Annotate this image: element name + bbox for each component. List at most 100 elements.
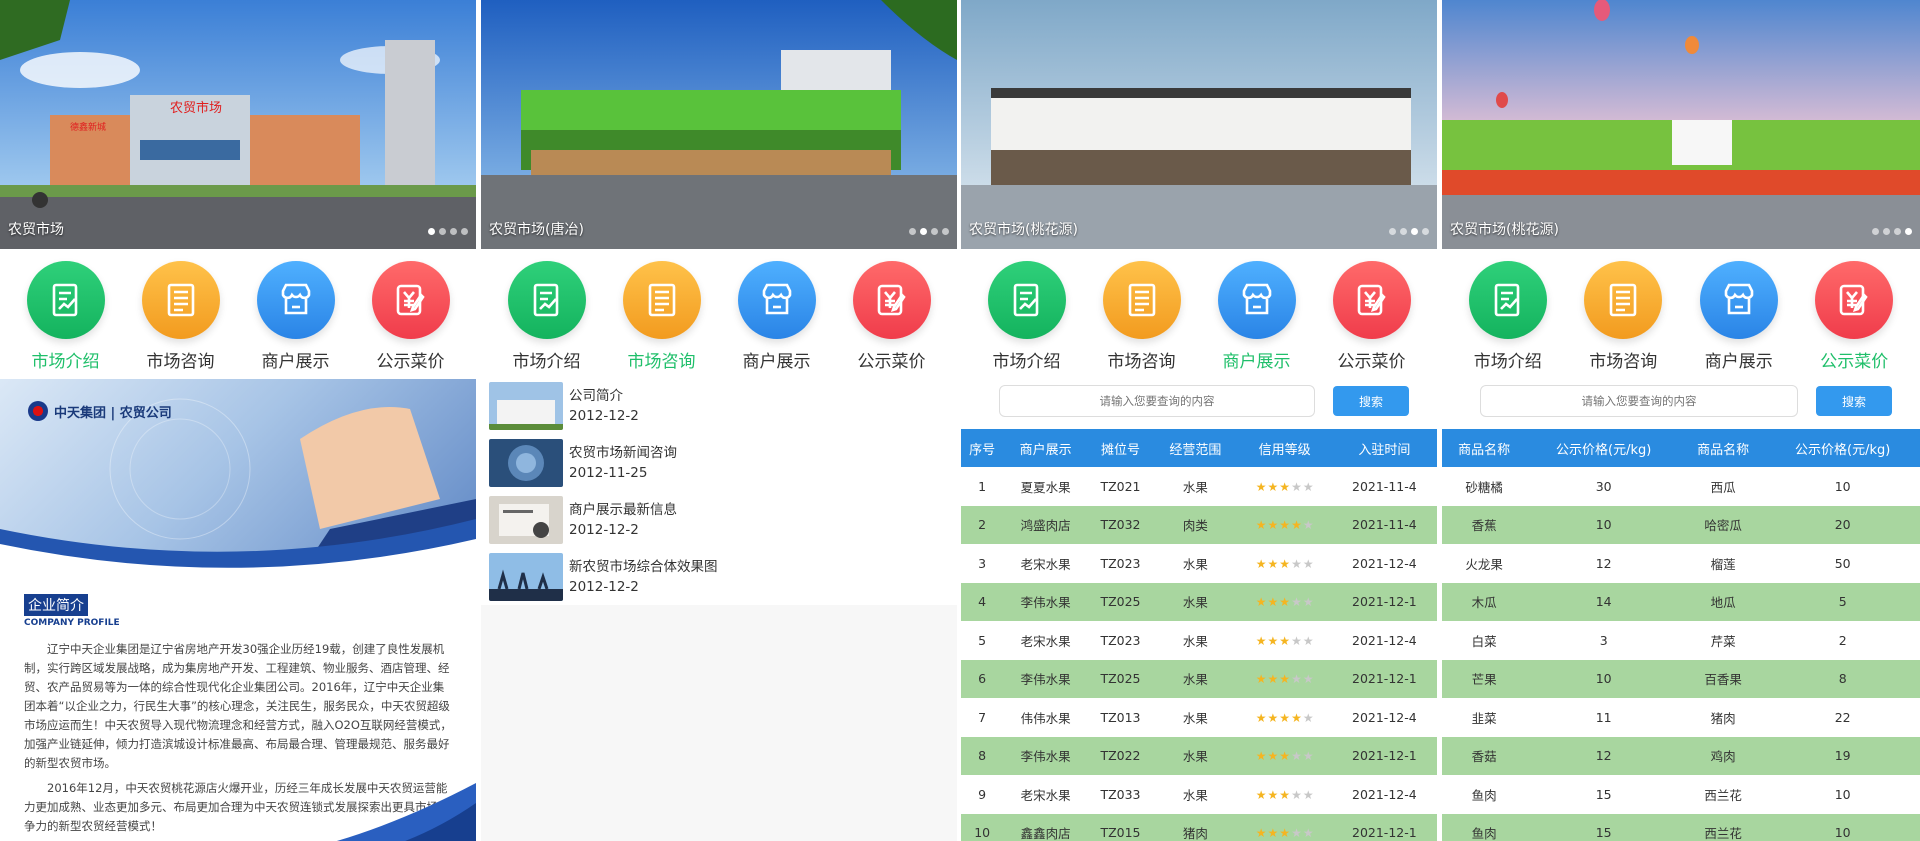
carousel-dot[interactable] <box>1905 228 1912 235</box>
cell-stall: TZ023 <box>1100 632 1141 648</box>
table-row[interactable]: 5 老宋水果 TZ023 水果 ★ ★ ★ ★ ★ 2021-12-4 <box>961 621 1437 660</box>
table-row[interactable]: 砂糖橘 30 西瓜 10 <box>1442 467 1920 506</box>
nav-market-news[interactable]: 市场咨询 <box>1087 261 1197 377</box>
news-item[interactable]: 商户展示最新信息 2012-12-2 <box>481 491 957 548</box>
carousel-dot[interactable] <box>1389 228 1396 235</box>
cell-price: 50 <box>1834 555 1851 571</box>
nav-label: 公示菜价 <box>376 352 445 372</box>
nav-merchant-display[interactable]: 商户展示 <box>241 261 351 377</box>
table-row[interactable]: 香蕉 10 哈密瓜 20 <box>1442 505 1920 544</box>
star-icon: ★ <box>1267 749 1279 764</box>
table-row[interactable]: 木瓜 14 地瓜 5 <box>1442 582 1920 621</box>
carousel-dot[interactable] <box>1883 228 1890 235</box>
carousel-dot[interactable] <box>1400 228 1407 235</box>
table-row[interactable]: 7 伟伟水果 TZ013 水果 ★ ★ ★ ★ ★ 2021-12-4 <box>961 698 1437 737</box>
table-row[interactable]: 1 夏夏水果 TZ021 水果 ★ ★ ★ ★ ★ 2021-11-4 <box>961 467 1437 506</box>
table-row[interactable]: 4 李伟水果 TZ025 水果 ★ ★ ★ ★ ★ 2021-12-1 <box>961 582 1437 621</box>
carousel-dots[interactable] <box>1389 228 1429 235</box>
nav-price-list[interactable]: 公示菜价 <box>1317 261 1427 377</box>
table-row[interactable]: 8 李伟水果 TZ022 水果 ★ ★ ★ ★ ★ 2021-12-1 <box>961 736 1437 775</box>
banner-carousel[interactable]: 农贸市场(唐冶) <box>481 0 957 249</box>
cell-rating: ★ ★ ★ ★ ★ <box>1237 659 1332 698</box>
news-thumbnail <box>489 381 563 430</box>
table-row[interactable]: 鱼肉 15 西兰花 10 <box>1442 813 1920 841</box>
carousel-dot[interactable] <box>1872 228 1879 235</box>
nav-market-news[interactable]: 市场咨询 <box>1568 261 1678 377</box>
merchant-store-icon <box>737 261 816 339</box>
banner-carousel[interactable]: 农贸市场(桃花源) <box>1442 0 1920 249</box>
table-row[interactable]: 芒果 10 百香果 8 <box>1442 659 1920 698</box>
table-row[interactable]: 9 老宋水果 TZ033 水果 ★ ★ ★ ★ ★ 2021-12-4 <box>961 775 1437 814</box>
table-row[interactable]: 鱼肉 15 西兰花 10 <box>1442 775 1920 814</box>
cell-product: 芹菜 <box>1710 633 1736 649</box>
nav-merchant-display[interactable]: 商户展示 <box>722 261 832 377</box>
table-row[interactable]: 白菜 3 芹菜 2 <box>1442 621 1920 660</box>
carousel-dot[interactable] <box>942 228 949 235</box>
nav-market-intro[interactable]: 市场介绍 <box>11 261 121 377</box>
table-row[interactable]: 3 老宋水果 TZ023 水果 ★ ★ ★ ★ ★ 2021-12-4 <box>961 544 1437 583</box>
banner-carousel[interactable]: 农贸市场(桃花源) <box>961 0 1437 249</box>
nav-merchant-display[interactable]: 商户展示 <box>1684 261 1794 377</box>
carousel-dot[interactable] <box>1411 228 1418 235</box>
news-thumbnail <box>489 552 563 601</box>
nav-market-intro[interactable]: 市场介绍 <box>492 261 602 377</box>
nav-market-intro[interactable]: 市场介绍 <box>1453 261 1563 377</box>
nav-price-list[interactable]: 公示菜价 <box>356 261 466 377</box>
news-item[interactable]: 农贸市场新闻咨询 2012-11-25 <box>481 434 957 491</box>
cell-stall: TZ025 <box>1087 659 1154 698</box>
carousel-dot[interactable] <box>1894 228 1901 235</box>
carousel-dot[interactable] <box>428 228 435 235</box>
star-icon: ★ <box>1302 826 1314 841</box>
star-icon: ★ <box>1267 479 1279 494</box>
cell-price: 3 <box>1599 632 1608 648</box>
cell-product: 地瓜 <box>1680 582 1766 621</box>
column-header: 商品名称 <box>1442 429 1527 467</box>
cell-price: 12 <box>1595 555 1612 571</box>
cell-stall: TZ033 <box>1100 786 1141 802</box>
table-row[interactable]: 韭菜 11 猪肉 22 <box>1442 698 1920 737</box>
banner-carousel[interactable]: 农贸市场 德鑫新城 农贸市场 <box>0 0 476 249</box>
cell-scope: 水果 <box>1182 710 1208 726</box>
nav-merchant-display[interactable]: 商户展示 <box>1202 261 1312 377</box>
cell-price: 20 <box>1765 505 1920 544</box>
carousel-dots[interactable] <box>909 228 949 235</box>
table-row[interactable]: 火龙果 12 榴莲 50 <box>1442 544 1920 583</box>
news-item[interactable]: 新农贸市场综合体效果图 2012-12-2 <box>481 548 957 605</box>
carousel-dot[interactable] <box>920 228 927 235</box>
carousel-dots[interactable] <box>428 228 468 235</box>
cell-date: 2021-12-1 <box>1331 659 1437 698</box>
table-row[interactable]: 2 鸿盛肉店 TZ032 肉类 ★ ★ ★ ★ ★ 2021-11-4 <box>961 505 1437 544</box>
carousel-dot[interactable] <box>931 228 938 235</box>
cell-product: 榴莲 <box>1710 556 1736 572</box>
search-bar: 搜索 <box>1442 377 1920 419</box>
panel-market-news: 农贸市场(唐冶) 市场介绍 市场咨询 商户展示 公示菜价 公司简介 2012-12… <box>481 0 957 841</box>
table-row[interactable]: 香菇 12 鸡肉 19 <box>1442 736 1920 775</box>
nav-market-news[interactable]: 市场咨询 <box>126 261 236 377</box>
search-button[interactable]: 搜索 <box>1333 386 1409 416</box>
carousel-dot[interactable] <box>439 228 446 235</box>
carousel-dot[interactable] <box>461 228 468 235</box>
table-row[interactable]: 6 李伟水果 TZ025 水果 ★ ★ ★ ★ ★ 2021-12-1 <box>961 659 1437 698</box>
cell-price: 2 <box>1838 632 1847 648</box>
nav-price-list[interactable]: 公示菜价 <box>1799 261 1909 377</box>
nav-market-intro[interactable]: 市场介绍 <box>972 261 1082 377</box>
star-icon: ★ <box>1279 479 1291 494</box>
search-button[interactable]: 搜索 <box>1816 386 1892 416</box>
nav-label: 公示菜价 <box>1337 352 1406 372</box>
carousel-dots[interactable] <box>1872 228 1912 235</box>
cell-no: 1 <box>978 478 987 494</box>
cell-stall: TZ013 <box>1100 709 1141 725</box>
nav-label: 市场咨询 <box>146 352 215 372</box>
nav-price-list[interactable]: 公示菜价 <box>837 261 947 377</box>
price-list-icon <box>371 261 450 339</box>
news-item[interactable]: 公司简介 2012-12-2 <box>481 377 957 434</box>
search-input[interactable] <box>1480 385 1798 417</box>
carousel-dot[interactable] <box>1422 228 1429 235</box>
carousel-dot[interactable] <box>450 228 457 235</box>
nav-market-news[interactable]: 市场咨询 <box>607 261 717 377</box>
search-input[interactable] <box>999 385 1315 417</box>
carousel-dot[interactable] <box>909 228 916 235</box>
news-date: 2012-12-2 <box>569 521 639 538</box>
icon-nav: 市场介绍 市场咨询 商户展示 公示菜价 <box>481 249 957 377</box>
table-row[interactable]: 10 鑫鑫肉店 TZ015 猪肉 ★ ★ ★ ★ ★ 2021-12-1 <box>961 813 1437 841</box>
